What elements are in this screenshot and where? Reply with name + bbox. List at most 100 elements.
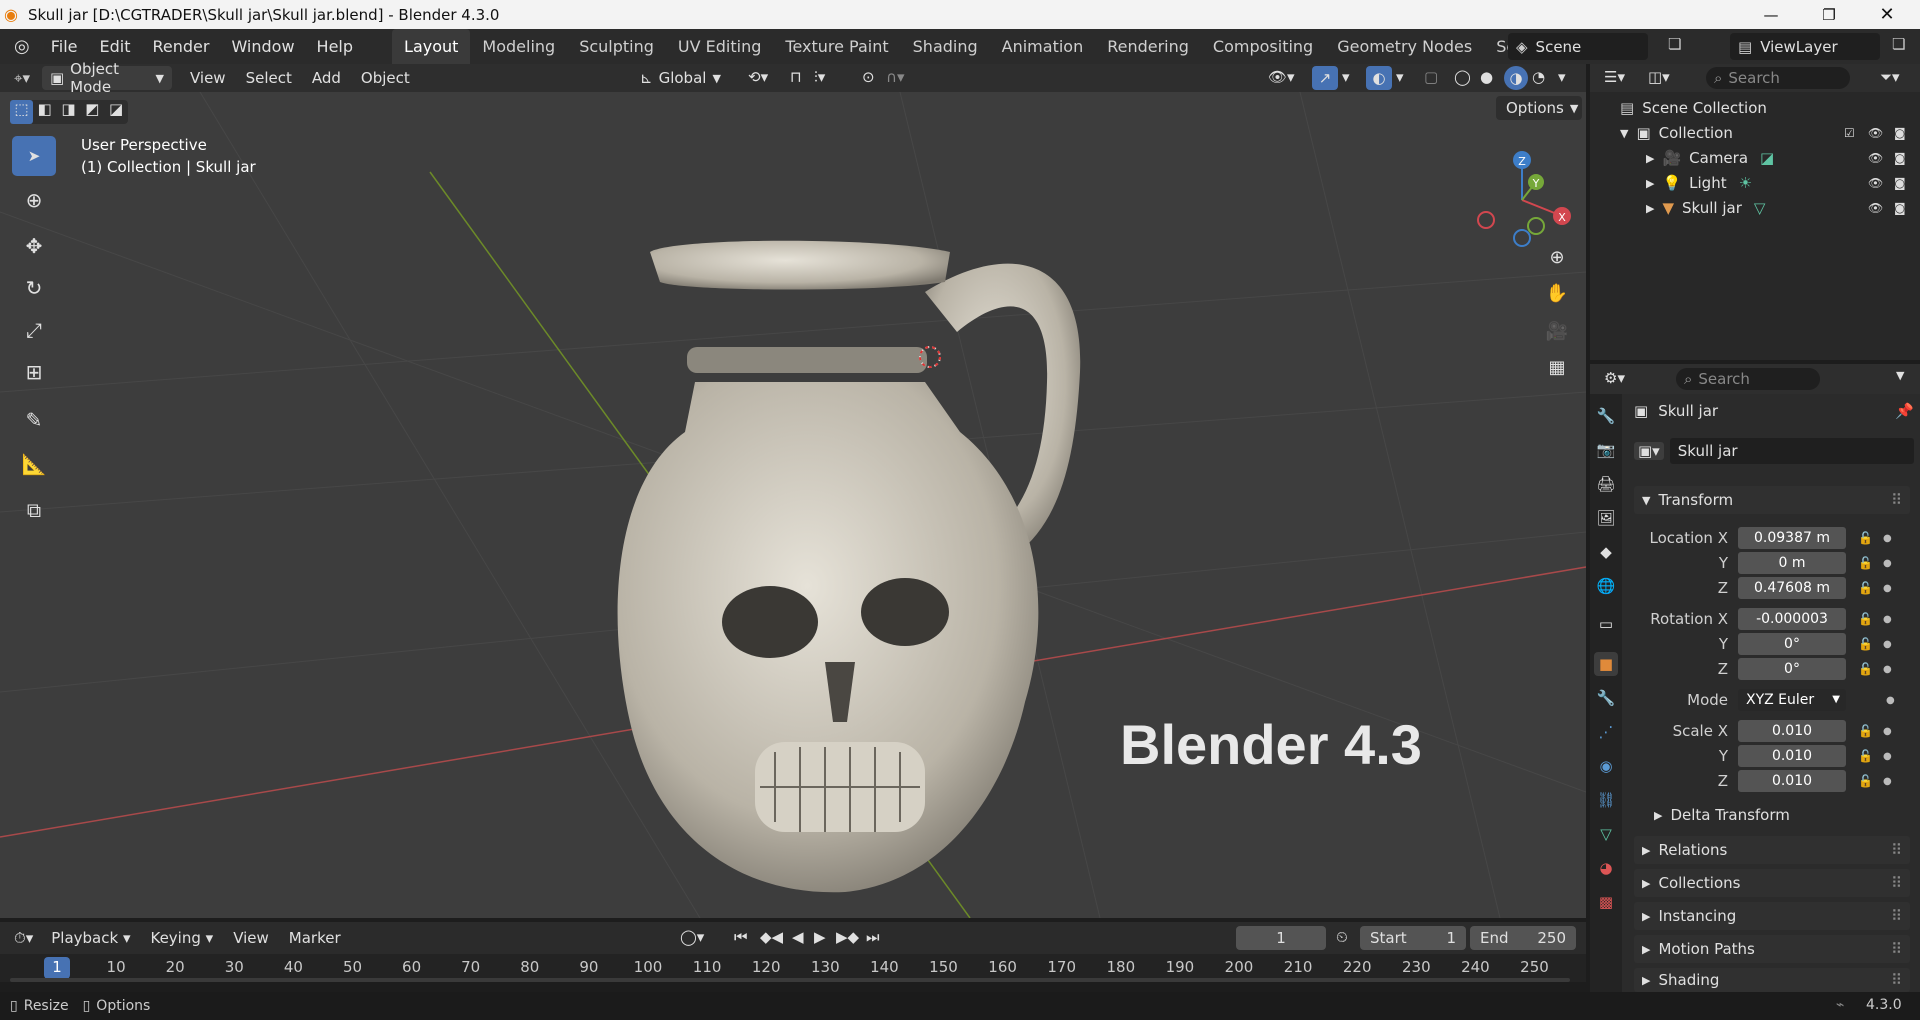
keyframe-dot-icon[interactable]: ● [1883,533,1892,544]
chevron-down-icon[interactable]: ▾ [1396,68,1404,86]
rendered-shading-icon[interactable]: ◔ [1532,68,1545,86]
pivot-point-icon[interactable]: ⟲▾ [748,68,768,86]
render-tab-icon[interactable]: 📷 [1594,438,1618,462]
eye-icon[interactable]: 👁 [1868,126,1883,140]
measure-tool-icon[interactable]: 📐 [12,444,56,484]
data-tab-icon[interactable]: ▽ [1594,822,1618,846]
output-tab-icon[interactable]: 🖨 [1594,472,1618,496]
shading-panel-header[interactable]: ▶ Shading ⠿ [1634,968,1910,992]
transform-tool-icon[interactable]: ⊞ [12,352,56,392]
scale-tool-icon[interactable]: ⤢ [12,310,56,350]
keyframe-dot-icon[interactable]: ● [1883,639,1892,650]
timeline-ruler[interactable]: 1 10 20 30 40 50 60 70 80 90 100 110 120 130 140 150 160… [0,954,1586,982]
tab-animation[interactable]: Animation [990,29,1096,64]
tab-modeling[interactable]: Modeling [470,29,567,64]
select-invert-icon[interactable]: ◩ [80,100,104,124]
material-preview-icon[interactable]: ◑ [1504,66,1528,90]
jump-end-icon[interactable]: ⏭ [866,928,880,946]
tab-shading[interactable]: Shading [901,29,990,64]
outliner-item-skull-jar[interactable]: ▶ ▼ Skull jar ▽ 👁 ◙ [1590,196,1920,220]
new-scene-icon[interactable]: ❏ [1668,35,1681,53]
close-button[interactable]: ✕ [1858,0,1916,29]
select-box-tool-icon[interactable]: ➤ [12,136,56,176]
select-new-icon[interactable]: ⬚ [10,100,33,124]
timeline-editor-icon[interactable]: ⏱▾ [0,929,41,947]
tab-layout[interactable]: Layout [392,29,471,64]
jump-keyframe-back-icon[interactable]: ◆◀ [760,928,783,946]
solid-shading-icon[interactable]: ● [1480,68,1493,86]
modifier-tab-icon[interactable]: 🔧 [1594,686,1618,710]
minimize-button[interactable]: — [1742,0,1800,29]
keyframe-dot-icon[interactable]: ● [1886,695,1895,706]
relations-panel-header[interactable]: ▶ Relations ⠿ [1634,836,1910,864]
chevron-right-icon[interactable]: ▶ [1646,202,1654,215]
select-extend-icon[interactable]: ◧ [33,100,57,124]
tab-compositing[interactable]: Compositing [1201,29,1325,64]
viewport-menu-object[interactable]: Object [351,69,420,87]
snap-target-icon[interactable]: ⫶▾ [814,68,825,86]
timeline-menu-marker[interactable]: Marker [279,929,351,947]
outliner-search-input[interactable]: ⌕ Search [1706,67,1850,89]
3d-viewport[interactable]: ⬚ ◧ ◨ ◩ ◪ ➤ ⊕ ✥ ↻ ⤢ ⊞ ✎ 📐 ⧉ User Perspec… [0,92,1586,918]
zoom-icon[interactable]: ⊕ [1541,242,1573,274]
select-intersect-icon[interactable]: ◪ [104,100,128,124]
preview-range-icon[interactable]: ⏲ [1336,928,1348,946]
wireframe-shading-icon[interactable]: ◯ [1454,68,1471,86]
lock-icon[interactable]: 🔓 [1858,662,1873,676]
3d-cursor-icon[interactable] [915,342,945,372]
camera-view-icon[interactable]: 🎥 [1541,316,1573,348]
viewlayer-selector[interactable]: ▤ ViewLayer [1730,33,1880,60]
properties-editor-icon[interactable]: ⚙▾ [1604,369,1625,387]
start-frame-field[interactable]: Start 1 [1360,926,1466,950]
menu-help[interactable]: Help [306,29,364,64]
timeline-menu-keying[interactable]: Keying ▾ [140,929,223,947]
tab-geometry-nodes[interactable]: Geometry Nodes [1325,29,1484,64]
keyframe-dot-icon[interactable]: ● [1883,664,1892,675]
timeline-menu-view[interactable]: View [223,929,279,947]
menu-render[interactable]: Render [141,29,220,64]
overlay-toggle-icon[interactable]: ◐ [1366,66,1392,90]
rotation-y-field[interactable]: 0° [1738,633,1846,655]
current-frame-field[interactable]: 1 [1236,926,1326,950]
filter-icon[interactable]: ⏷▾ [1880,68,1900,86]
tab-rendering[interactable]: Rendering [1095,29,1201,64]
keyframe-dot-icon[interactable]: ● [1883,614,1892,625]
keyframe-dot-icon[interactable]: ● [1883,751,1892,762]
drag-handle-icon[interactable]: ⠿ [1891,907,1902,925]
constraints-tab-icon[interactable]: ⛓ [1594,788,1618,812]
object-mode-dropdown[interactable]: ▣ Object Mode ▼ [41,60,172,96]
editor-type-icon[interactable]: ⌖▾ [0,69,38,87]
lock-icon[interactable]: 🔓 [1858,774,1873,788]
motion-paths-panel-header[interactable]: ▶ Motion Paths ⠿ [1634,935,1910,963]
cursor-tool-icon[interactable]: ⊕ [12,180,56,220]
collection-tab-icon[interactable]: ▭ [1594,612,1618,636]
outliner-item-light[interactable]: ▶ 💡 Light ☀ 👁 ◙ [1590,171,1920,195]
viewport-menu-select[interactable]: Select [236,69,302,87]
tab-sculpting[interactable]: Sculpting [567,29,666,64]
chevron-down-icon[interactable]: ▼ [1620,127,1628,140]
select-subtract-icon[interactable]: ◨ [57,100,81,124]
chevron-right-icon[interactable]: ▶ [1646,177,1654,190]
scale-y-field[interactable]: 0.010 [1738,745,1846,767]
eye-icon[interactable]: 👁 [1868,151,1883,165]
delta-transform-subpanel[interactable]: ▶ Delta Transform [1654,806,1790,824]
viewport-menu-add[interactable]: Add [302,69,351,87]
display-mode-icon[interactable]: ◫▾ [1648,68,1670,86]
xray-icon[interactable]: ▢ [1424,68,1438,86]
scene-tab-icon[interactable]: ◆ [1594,540,1618,564]
scale-z-field[interactable]: 0.010 [1738,770,1846,792]
drag-handle-icon[interactable]: ⠿ [1891,874,1902,892]
skull-jar-model[interactable] [585,142,1105,918]
pan-hand-icon[interactable]: ✋ [1541,278,1573,310]
chevron-down-icon[interactable]: ▼ [1896,369,1904,382]
outliner-scene-collection[interactable]: ▤ Scene Collection [1590,96,1920,120]
lock-icon[interactable]: 🔓 [1858,749,1873,763]
gizmo-toggle-icon[interactable]: ↗ [1312,66,1338,90]
ortho-grid-icon[interactable]: ▦ [1541,352,1573,384]
world-tab-icon[interactable]: 🌐 [1594,574,1618,598]
object-name-input[interactable]: Skull jar [1669,438,1914,464]
eye-icon[interactable]: 👁 [1868,201,1883,215]
drag-handle-icon[interactable]: ⠿ [1891,971,1902,989]
object-tab-icon[interactable]: ■ [1594,652,1618,676]
lock-icon[interactable]: 🔓 [1858,724,1873,738]
